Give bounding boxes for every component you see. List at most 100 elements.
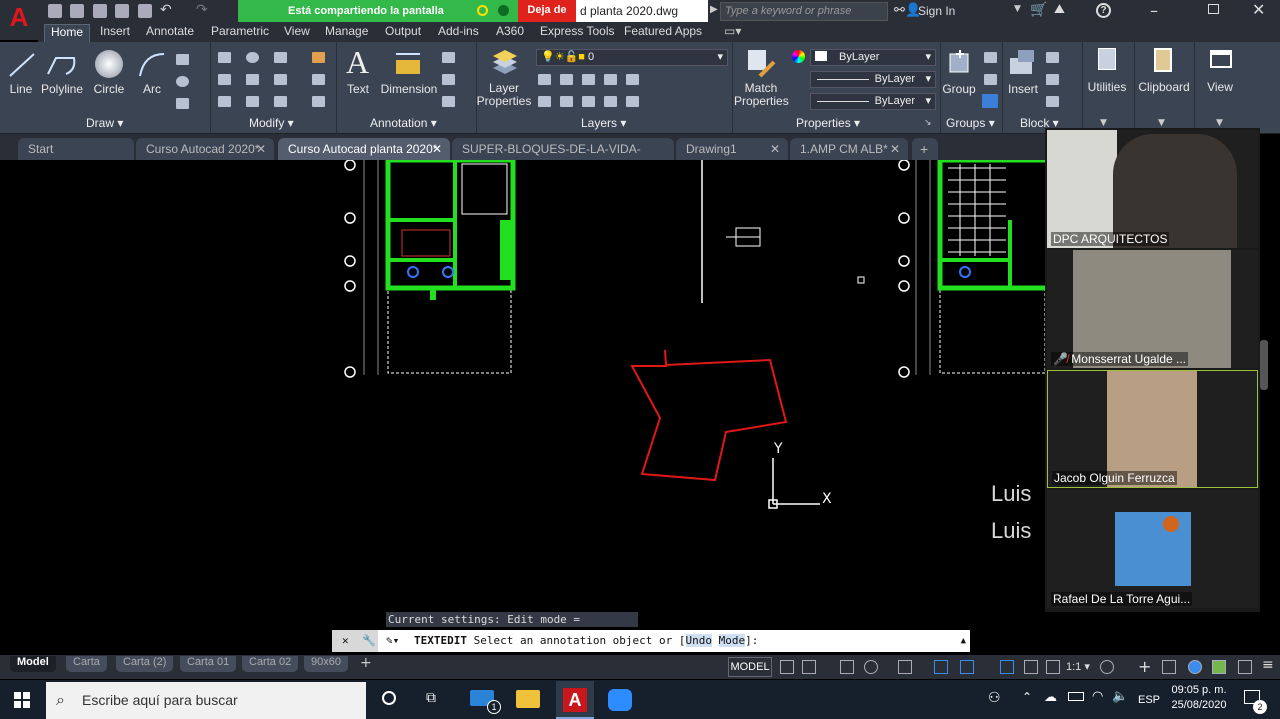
- circle-button[interactable]: Circle: [88, 82, 130, 96]
- tab-add-ins[interactable]: Add-ins: [432, 24, 485, 42]
- save-as-icon[interactable]: [115, 4, 129, 18]
- match-properties-icon[interactable]: [746, 48, 776, 78]
- participant-tile-active[interactable]: Jacob Olguin Ferruzca: [1047, 370, 1258, 488]
- view-button[interactable]: View: [1200, 80, 1240, 94]
- panel-modify-title[interactable]: Modify ▾: [249, 116, 294, 130]
- text-icon[interactable]: A: [346, 44, 369, 81]
- new-file-icon[interactable]: [48, 4, 62, 18]
- offset-icon[interactable]: [312, 96, 325, 107]
- color-dropdown[interactable]: ByLayer ▾: [810, 49, 936, 66]
- command-line[interactable]: ✕ 🔧 ✎▾ TEXTEDIT Select an annotation obj…: [332, 630, 970, 652]
- layer-tool-2-icon[interactable]: [560, 74, 573, 85]
- wifi-icon[interactable]: ◠: [1092, 689, 1103, 704]
- leader-icon[interactable]: [442, 74, 455, 85]
- grid-icon[interactable]: [780, 660, 794, 674]
- stretch-icon[interactable]: [218, 96, 231, 107]
- osnap-tracking-icon[interactable]: [898, 660, 912, 674]
- clean-screen-icon[interactable]: [1212, 660, 1226, 674]
- mode-option[interactable]: Mode: [718, 634, 746, 647]
- sign-in-button[interactable]: Sign In: [918, 4, 955, 18]
- command-history-toggle-icon[interactable]: ▲: [961, 630, 966, 652]
- layer-tool-3-icon[interactable]: [582, 74, 595, 85]
- properties-launcher-icon[interactable]: ↘: [924, 118, 932, 128]
- pause-share-icon[interactable]: [477, 5, 488, 16]
- close-icon[interactable]: ✕: [1252, 0, 1265, 19]
- binoculars-icon[interactable]: ⚯: [894, 3, 905, 18]
- close-tab-icon[interactable]: ✕: [256, 138, 266, 160]
- tab-insert[interactable]: Insert: [94, 24, 136, 42]
- panel-draw-title[interactable]: Draw ▾: [86, 116, 123, 130]
- doc-tab-amp-cm-alb[interactable]: 1.AMP CM ALB* ✕: [790, 138, 908, 160]
- doc-tab-curso-autocad-planta[interactable]: Curso Autocad planta 2020* ✕: [278, 138, 450, 160]
- help-icon[interactable]: ?: [1096, 3, 1111, 18]
- file-explorer-icon[interactable]: [516, 690, 540, 708]
- people-icon[interactable]: ⚇: [988, 690, 1001, 706]
- chevron-right-icon[interactable]: ▶: [710, 4, 718, 15]
- annotation-scale-icon[interactable]: [1046, 660, 1060, 674]
- language-indicator[interactable]: ESP: [1138, 694, 1160, 706]
- group-select-icon[interactable]: [982, 94, 998, 108]
- utilities-button[interactable]: Utilities: [1084, 80, 1130, 94]
- undo-option[interactable]: Undo: [685, 634, 713, 647]
- hatch-icon[interactable]: [176, 76, 189, 87]
- doc-tab-start[interactable]: Start: [18, 138, 134, 160]
- group-button[interactable]: Group: [940, 82, 978, 96]
- close-tab-icon[interactable]: ✕: [890, 138, 900, 160]
- save-icon[interactable]: [93, 4, 107, 18]
- arc-button[interactable]: Arc: [136, 82, 168, 96]
- close-tab-icon[interactable]: ✕: [432, 138, 442, 160]
- lineweight-dropdown[interactable]: ByLayer ▾: [810, 93, 936, 110]
- dimension-icon[interactable]: [394, 48, 422, 78]
- utilities-chevron-icon[interactable]: ▼: [1100, 118, 1107, 128]
- erase-icon[interactable]: [312, 52, 325, 63]
- edit-block-icon[interactable]: [1046, 74, 1059, 85]
- doc-tab-curso-autocad-2020[interactable]: Curso Autocad 2020* ✕: [136, 138, 274, 160]
- tab-express-tools[interactable]: Express Tools: [534, 24, 620, 42]
- line-button[interactable]: Line: [4, 82, 38, 96]
- linetype-dropdown[interactable]: ByLayer ▾: [810, 71, 936, 88]
- layout-tab-90x60[interactable]: 90x60: [304, 656, 348, 672]
- stop-share-button[interactable]: Deja de: [518, 0, 576, 22]
- tab-output[interactable]: Output: [379, 24, 427, 42]
- snap-icon[interactable]: [802, 660, 816, 674]
- utilities-icon[interactable]: [1098, 48, 1116, 70]
- onedrive-icon[interactable]: ☁: [1044, 690, 1057, 705]
- new-tab-button[interactable]: +: [912, 138, 938, 160]
- doc-tab-super-bloques[interactable]: SUPER-BLOQUES-DE-LA-VIDA-copia* ✕: [452, 138, 674, 178]
- layer-tool-6-icon[interactable]: [538, 96, 551, 107]
- plus-icon[interactable]: +: [1138, 657, 1151, 676]
- fillet-icon[interactable]: [274, 74, 287, 85]
- insert-button[interactable]: Insert: [1004, 82, 1042, 96]
- trim-icon[interactable]: [274, 52, 287, 63]
- insert-block-icon[interactable]: [1008, 48, 1038, 78]
- layer-tool-4-icon[interactable]: [604, 74, 617, 85]
- rotate-icon[interactable]: [246, 52, 259, 63]
- customize-menu-icon[interactable]: ≡: [1262, 657, 1274, 673]
- redo-icon[interactable]: ↷: [196, 2, 208, 18]
- drawing-canvas[interactable]: Y X: [0, 160, 1045, 655]
- zoom-icon[interactable]: [608, 689, 632, 711]
- chevron-up-icon[interactable]: ⌃: [1022, 690, 1032, 704]
- match-properties-button[interactable]: Match Properties: [734, 82, 789, 108]
- panel-properties-title[interactable]: Properties ▾: [796, 116, 860, 130]
- text-button[interactable]: Text: [342, 82, 374, 96]
- tab-parametric[interactable]: Parametric: [205, 24, 275, 42]
- layer-tool-10-icon[interactable]: [626, 96, 639, 107]
- model-space-toggle[interactable]: MODEL: [728, 657, 772, 677]
- tab-featured-apps[interactable]: Featured Apps: [618, 24, 708, 42]
- rectangle-icon[interactable]: [176, 54, 189, 65]
- ortho-icon[interactable]: [840, 660, 854, 674]
- tab-annotate[interactable]: Annotate: [140, 24, 200, 42]
- panel-annotation-title[interactable]: Annotation ▾: [370, 116, 437, 130]
- move-icon[interactable]: [218, 52, 231, 63]
- layer-tool-5-icon[interactable]: [626, 74, 639, 85]
- clipboard-icon[interactable]: [1154, 48, 1172, 72]
- polyline-button[interactable]: Polyline: [40, 82, 84, 96]
- panel-layers-title[interactable]: Layers ▾: [581, 116, 626, 130]
- participant-tile[interactable]: Rafael De La Torre Agui...: [1047, 490, 1258, 608]
- layer-properties-icon[interactable]: [490, 48, 520, 78]
- layer-tool-1-icon[interactable]: [538, 74, 551, 85]
- open-file-icon[interactable]: [70, 4, 84, 18]
- volume-icon[interactable]: 🔈: [1112, 689, 1128, 704]
- tab-manage[interactable]: Manage: [319, 24, 374, 42]
